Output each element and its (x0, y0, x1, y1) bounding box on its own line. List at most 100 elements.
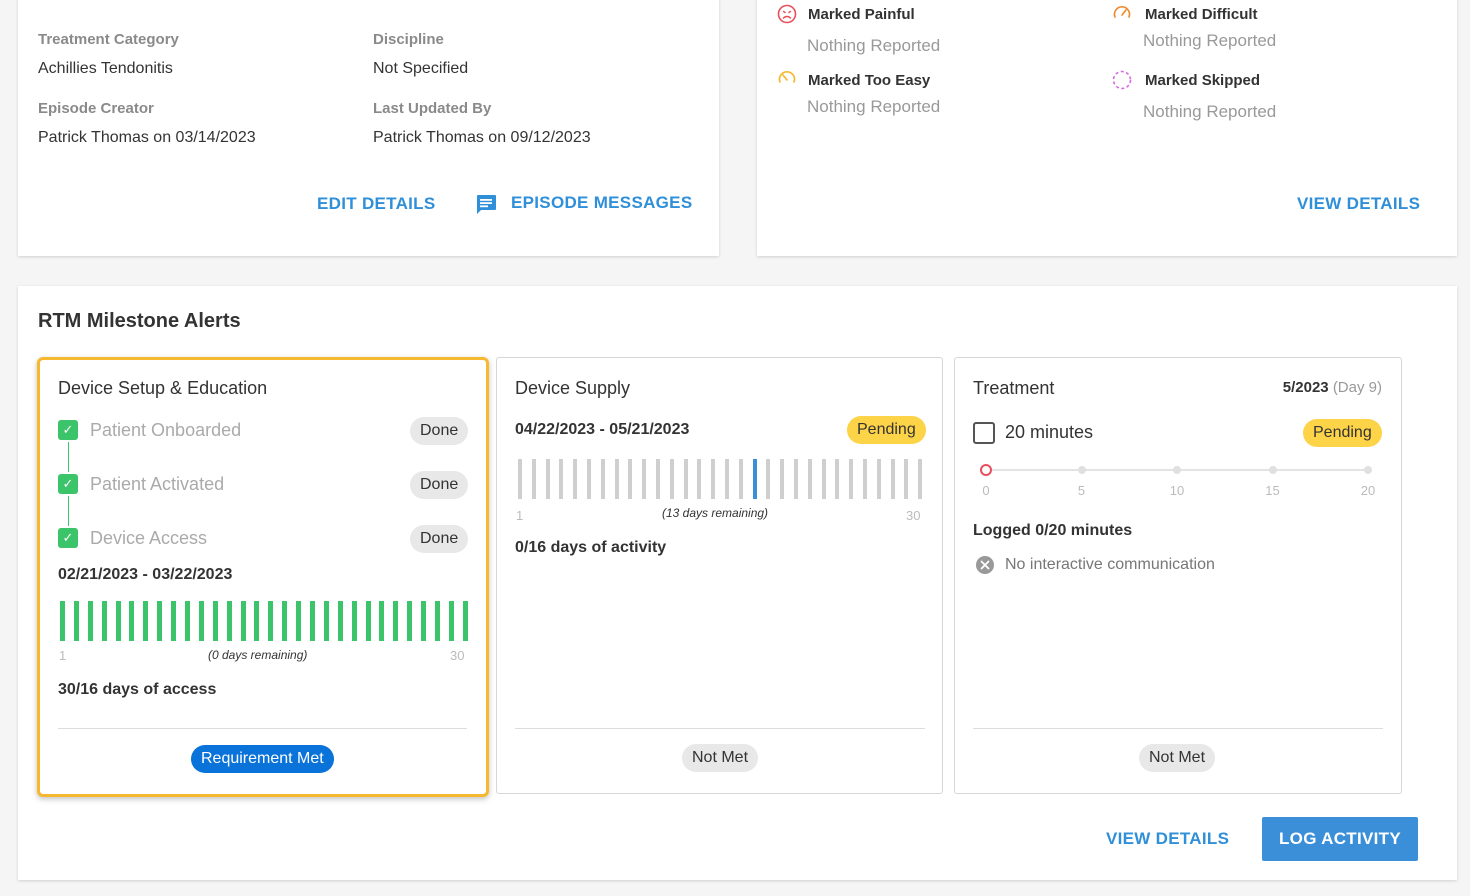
day-bar (752, 459, 757, 499)
check-icon: ✓ (58, 420, 78, 440)
slider-current-marker (980, 464, 992, 476)
day-bar (379, 601, 385, 641)
slider-tick (1173, 466, 1181, 474)
day-bar (642, 459, 647, 499)
last-updated-value: Patrick Thomas on 09/12/2023 (373, 129, 591, 146)
day-bar (421, 601, 427, 641)
rtm-section-title: RTM Milestone Alerts (38, 310, 241, 332)
day-bar (101, 601, 107, 641)
day-bar (351, 601, 357, 641)
step-label: Patient Onboarded (90, 420, 242, 440)
day-bar (171, 601, 177, 641)
marked-painful-value: Nothing Reported (807, 36, 941, 55)
day-bar (240, 601, 246, 641)
not-met-badge: Not Met (1139, 744, 1216, 772)
treatment-card[interactable]: Treatment 5/2023 (Day 9) 20 minutes Pend… (954, 357, 1402, 794)
days-remaining: (13 days remaining) (662, 506, 769, 520)
day-bar (337, 601, 343, 641)
day-bar (268, 601, 274, 641)
marked-difficult-value: Nothing Reported (1143, 31, 1277, 50)
edit-details-button[interactable]: EDIT DETAILS (317, 194, 436, 214)
device-supply-title: Device Supply (515, 378, 631, 398)
not-met-badge: Not Met (682, 744, 759, 772)
access-days-bar-chart (60, 601, 468, 641)
day-bar (60, 601, 65, 641)
day-bar (904, 459, 909, 499)
treatment-day: (Day 9) (1332, 379, 1382, 396)
pending-badge: Pending (847, 416, 926, 444)
gauge-low-icon (778, 71, 796, 83)
day-bar (669, 459, 674, 499)
day-bar (545, 459, 550, 499)
day-bar (157, 601, 163, 641)
episode-creator-value: Patrick Thomas on 03/14/2023 (38, 129, 256, 146)
day-bar (296, 601, 302, 641)
rtm-view-details-button[interactable]: VIEW DETAILS (1106, 829, 1229, 849)
requirement-met-badge: Requirement Met (191, 745, 334, 773)
done-badge: Done (410, 525, 469, 553)
day-bar (614, 459, 619, 499)
minutes-checkbox[interactable] (973, 422, 995, 444)
day-bar (448, 601, 454, 641)
discipline-value: Not Specified (373, 60, 469, 77)
feedback-view-details-button[interactable]: VIEW DETAILS (1297, 194, 1420, 214)
treatment-date: 5/2023 (Day 9) (1283, 379, 1382, 396)
supply-days-bar-chart (518, 459, 923, 499)
marked-too-easy-title: Marked Too Easy (808, 72, 931, 89)
day-bar (115, 601, 121, 641)
day-bar (807, 459, 812, 499)
slider-scale-label: 0 (982, 483, 990, 498)
access-date-range: 02/21/2023 - 03/22/2023 (58, 566, 233, 583)
device-supply-card[interactable]: Device Supply 04/22/2023 - 05/21/2023 Pe… (496, 357, 943, 794)
day-bar (862, 459, 867, 499)
day-bar (683, 459, 688, 499)
day-bar (185, 601, 191, 641)
day-bar (282, 601, 288, 641)
day-bar (724, 459, 729, 499)
episode-details-card: Treatment Category Achillies Tendonitis … (18, 0, 719, 256)
divider (515, 728, 925, 729)
device-setup-card[interactable]: Device Setup & Education ✓ Patient Onboa… (37, 357, 489, 797)
day-bar (697, 459, 702, 499)
slider-scale-label: 15 (1265, 483, 1280, 498)
gauge-high-icon (1113, 6, 1131, 18)
day-bar (793, 459, 798, 499)
step-connector (68, 442, 69, 472)
day-bar (559, 459, 564, 499)
day-bar (518, 459, 522, 499)
day-bar (890, 459, 895, 499)
day-bar (462, 601, 468, 641)
treatment-category-label: Treatment Category (38, 31, 179, 48)
frown-face-icon (777, 4, 797, 24)
day-bar (254, 601, 260, 641)
treatment-month: 5/2023 (1282, 379, 1329, 396)
step-label: Device Access (90, 528, 208, 548)
day-bar (586, 459, 591, 499)
day-bar (198, 601, 204, 641)
marked-skipped-value: Nothing Reported (1143, 102, 1277, 121)
x-circle-icon (976, 556, 994, 574)
logged-minutes: Logged 0/20 minutes (973, 522, 1133, 539)
slider-scale-label: 10 (1169, 483, 1185, 498)
day-bar (628, 459, 633, 499)
log-activity-button[interactable]: LOG ACTIVITY (1262, 817, 1418, 861)
slider-tick (1077, 466, 1086, 474)
step-label: Patient Activated (90, 474, 225, 494)
minutes-checkbox-label: 20 minutes (1005, 422, 1094, 442)
treatment-category-value: Achillies Tendonitis (38, 60, 173, 77)
marked-skipped-title: Marked Skipped (1145, 72, 1261, 89)
done-badge: Done (410, 417, 469, 445)
check-icon: ✓ (58, 528, 78, 548)
axis-start-label: 1 (59, 648, 67, 663)
day-bar (655, 459, 660, 499)
message-icon (477, 195, 496, 214)
day-bar (143, 601, 149, 641)
axis-start-label: 1 (516, 508, 524, 523)
treatment-title: Treatment (973, 378, 1055, 398)
day-bar (600, 459, 605, 499)
access-summary: 30/16 days of access (58, 681, 217, 698)
day-bar (407, 601, 413, 641)
day-bar (365, 601, 371, 641)
dashed-circle-icon (1112, 70, 1132, 90)
last-updated-label: Last Updated By (373, 100, 492, 117)
